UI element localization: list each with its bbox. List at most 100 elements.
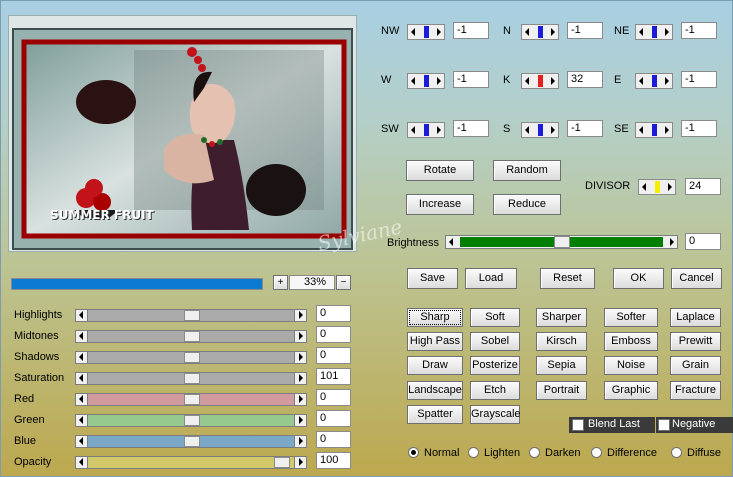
preset-grayscale-button[interactable]: Grayscale [470, 405, 521, 424]
increase-button[interactable]: Increase [406, 194, 474, 215]
adjust-field-midtones[interactable]: 0 [316, 326, 351, 343]
direction-field-se[interactable]: -1 [681, 120, 717, 137]
filter-dialog: SUMMER FRUIT Sylviane + 33% − NW -1 N -1 NE -… [0, 0, 733, 477]
rotate-button[interactable]: Rotate [406, 160, 474, 181]
preset-draw-button[interactable]: Draw [407, 356, 463, 375]
negative-label: Negative [672, 418, 716, 430]
direction-spinner-w[interactable] [407, 73, 445, 89]
direction-spinner-se[interactable] [635, 122, 673, 138]
adjust-field-opacity[interactable]: 100 [316, 452, 351, 469]
zoom-out-button[interactable]: − [336, 275, 351, 290]
direction-label-n: N [503, 25, 511, 37]
adjust-field-saturation[interactable]: 101 [316, 368, 351, 385]
divisor-field[interactable]: 24 [685, 178, 721, 195]
slider-red[interactable] [75, 393, 307, 406]
negative-option[interactable]: Negative [656, 417, 733, 433]
preset-grain-button[interactable]: Grain [670, 356, 721, 375]
divisor-knob [655, 181, 660, 193]
preset-laplace-button[interactable]: Laplace [670, 308, 721, 327]
slider-opacity[interactable] [75, 456, 307, 469]
adjust-label-blue: Blue [14, 435, 37, 447]
mode-radio-normal[interactable] [408, 447, 419, 458]
direction-spinner-nw[interactable] [407, 24, 445, 40]
direction-spinner-n[interactable] [521, 24, 559, 40]
direction-field-ne[interactable]: -1 [681, 22, 717, 39]
preset-fracture-button[interactable]: Fracture [670, 381, 721, 400]
cancel-button[interactable]: Cancel [671, 268, 722, 289]
preset-graphic-button[interactable]: Graphic [604, 381, 658, 400]
slider-midtones[interactable] [75, 330, 307, 343]
preset-emboss-button[interactable]: Emboss [604, 332, 658, 351]
slider-green[interactable] [75, 414, 307, 427]
preview-image: SUMMER FRUIT [12, 28, 353, 250]
preset-sobel-button[interactable]: Sobel [470, 332, 520, 351]
load-button[interactable]: Load [465, 268, 517, 289]
direction-spinner-sw[interactable] [407, 122, 445, 138]
direction-spinner-s[interactable] [521, 122, 559, 138]
direction-field-s[interactable]: -1 [567, 120, 603, 137]
slider-highlights[interactable] [75, 309, 307, 322]
preset-sharper-button[interactable]: Sharper [536, 308, 587, 327]
blend-last-checkbox[interactable] [572, 419, 584, 431]
brightness-field[interactable]: 0 [685, 233, 721, 250]
mode-label-darken: Darken [545, 447, 581, 459]
preset-high-pass-button[interactable]: High Pass [407, 332, 463, 351]
preset-sepia-button[interactable]: Sepia [536, 356, 587, 375]
direction-field-n[interactable]: -1 [567, 22, 603, 39]
mode-radio-diffuse[interactable] [671, 447, 682, 458]
direction-field-nw[interactable]: -1 [453, 22, 489, 39]
preview-title-text: SUMMER FRUIT [50, 208, 154, 222]
adjust-label-midtones: Midtones [14, 330, 59, 342]
adjust-field-highlights[interactable]: 0 [316, 305, 351, 322]
zoom-in-button[interactable]: + [273, 275, 288, 290]
preset-kirsch-button[interactable]: Kirsch [536, 332, 587, 351]
zoom-value: 33% [289, 275, 335, 290]
reset-button[interactable]: Reset [540, 268, 595, 289]
preset-posterize-button[interactable]: Posterize [470, 356, 520, 375]
direction-field-e[interactable]: -1 [681, 71, 717, 88]
ok-button[interactable]: OK [613, 268, 664, 289]
preset-softer-button[interactable]: Softer [604, 308, 658, 327]
save-button[interactable]: Save [407, 268, 458, 289]
direction-field-sw[interactable]: -1 [453, 120, 489, 137]
divisor-spinner[interactable] [638, 179, 676, 195]
preset-noise-button[interactable]: Noise [604, 356, 658, 375]
preset-etch-button[interactable]: Etch [470, 381, 520, 400]
adjust-label-saturation: Saturation [14, 372, 65, 384]
slider-saturation[interactable] [75, 372, 307, 385]
preset-prewitt-button[interactable]: Prewitt [670, 332, 721, 351]
mode-radio-difference[interactable] [591, 447, 602, 458]
adjust-field-shadows[interactable]: 0 [316, 347, 351, 364]
direction-label-nw: NW [381, 25, 400, 37]
random-button[interactable]: Random [493, 160, 561, 181]
mode-label-lighten: Lighten [484, 447, 521, 459]
brightness-label: Brightness [387, 237, 439, 249]
preset-sharp-button[interactable]: Sharp [407, 308, 463, 327]
blend-last-option[interactable]: Blend Last [569, 417, 655, 433]
brightness-slider[interactable] [445, 235, 678, 249]
direction-spinner-k[interactable] [521, 73, 559, 89]
adjust-field-red[interactable]: 0 [316, 389, 351, 406]
direction-spinner-ne[interactable] [635, 24, 673, 40]
direction-label-sw: SW [381, 123, 399, 135]
adjust-field-blue[interactable]: 0 [316, 431, 351, 448]
direction-label-e: E [614, 74, 622, 86]
preview-panel: SUMMER FRUIT [8, 15, 357, 252]
preset-soft-button[interactable]: Soft [470, 308, 520, 327]
direction-spinner-e[interactable] [635, 73, 673, 89]
mode-radio-lighten[interactable] [468, 447, 479, 458]
slider-blue[interactable] [75, 435, 307, 448]
mode-radio-darken[interactable] [529, 447, 540, 458]
preset-spatter-button[interactable]: Spatter [407, 405, 463, 424]
direction-field-w[interactable]: -1 [453, 71, 489, 88]
mode-label-normal: Normal [424, 447, 460, 459]
direction-label-ne: NE [614, 25, 630, 37]
adjust-field-green[interactable]: 0 [316, 410, 351, 427]
negative-checkbox[interactable] [658, 419, 670, 431]
preset-portrait-button[interactable]: Portrait [536, 381, 587, 400]
slider-shadows[interactable] [75, 351, 307, 364]
reduce-button[interactable]: Reduce [493, 194, 561, 215]
direction-field-k[interactable]: 32 [567, 71, 603, 88]
preset-landscape-button[interactable]: Landscape [407, 381, 463, 400]
brightness-thumb[interactable] [554, 236, 570, 248]
